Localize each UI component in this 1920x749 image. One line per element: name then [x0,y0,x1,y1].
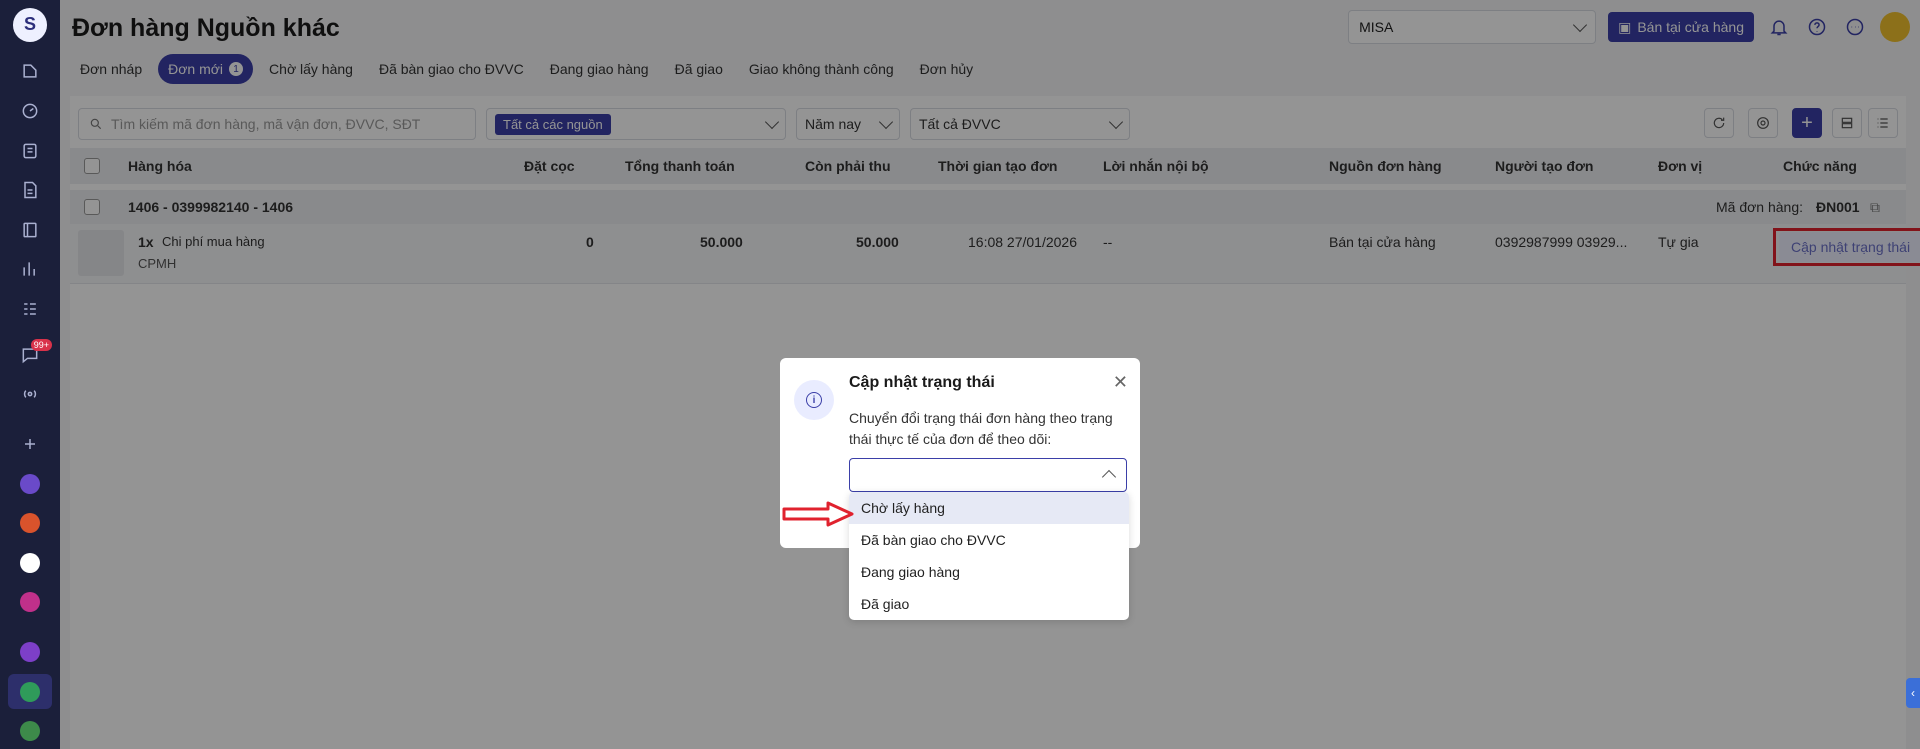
chat-count-badge: 99+ [30,338,52,351]
nav-list-icon[interactable] [12,291,48,327]
nav-report-icon[interactable] [12,252,48,288]
nav-document-icon[interactable] [12,172,48,208]
status-option-shipping[interactable]: Đang giao hàng [849,556,1129,588]
status-option-handed-over[interactable]: Đã bàn giao cho ĐVVC [849,524,1129,556]
nav-app-shop-icon[interactable] [12,505,48,541]
status-select[interactable] [849,458,1127,492]
status-option-delivered[interactable]: Đã giao [849,588,1129,620]
close-icon[interactable]: ✕ [1113,372,1128,393]
side-panel-toggle[interactable]: ‹ [1906,678,1920,708]
nav-app-fb-icon[interactable] [12,585,48,621]
app-logo-icon[interactable]: S [13,8,47,42]
nav-broadcast-icon[interactable] [12,377,48,413]
nav-orders-icon[interactable] [12,133,48,169]
nav-route-icon[interactable] [12,54,48,90]
nav-app-game-icon[interactable] [12,634,48,670]
dialog-title: Cập nhật trạng thái [849,374,995,391]
nav-app-store-icon[interactable] [12,466,48,502]
nav-app-extra-icon[interactable] [12,713,48,749]
info-icon: i [794,380,834,420]
dialog-description: Chuyển đổi trạng thái đơn hàng theo trạn… [849,410,1113,447]
nav-app-cart-icon[interactable] [8,673,52,710]
chevron-up-icon [1101,469,1117,485]
status-dropdown: Chờ lấy hàng Đã bàn giao cho ĐVVC Đang g… [849,492,1129,620]
left-nav-rail: S 99+ [0,0,60,749]
red-arrow-icon [782,501,854,527]
nav-dashboard-icon[interactable] [12,93,48,129]
status-option-awaiting-pickup[interactable]: Chờ lấy hàng [849,492,1129,524]
nav-app-lock-icon[interactable] [12,545,48,581]
nav-add-icon[interactable] [12,426,48,462]
nav-chat-icon[interactable]: 99+ [12,337,52,373]
nav-book-icon[interactable] [12,212,48,248]
